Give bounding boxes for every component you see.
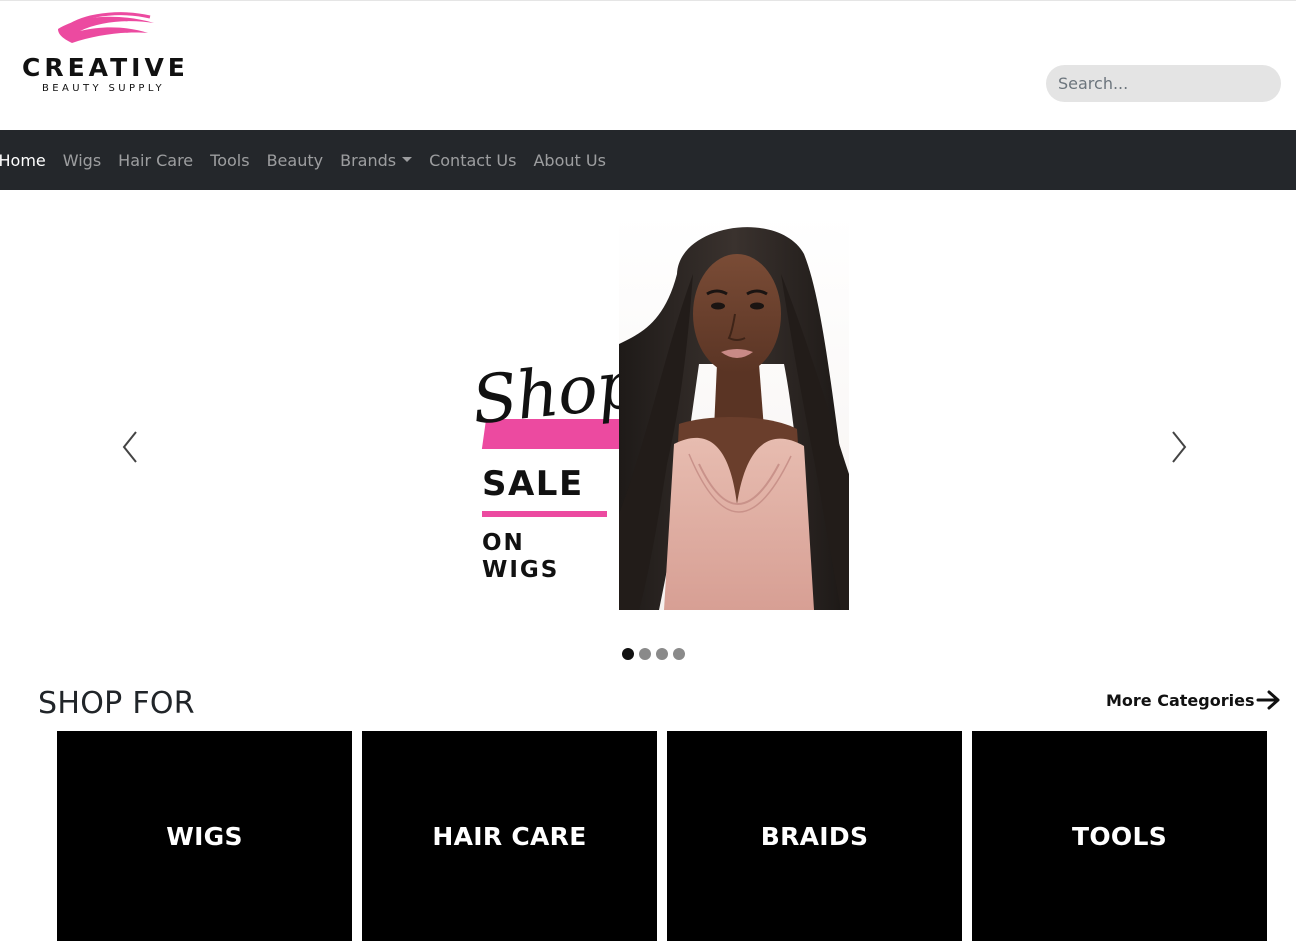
nav-item-tools[interactable]: Tools (202, 151, 258, 170)
carousel-prev-button[interactable] (116, 422, 146, 472)
nav-list: Home Wigs Hair Care Tools Beauty Brands … (0, 130, 614, 190)
category-tile-tools[interactable]: TOOLS (972, 731, 1267, 941)
nav-item-wigs[interactable]: Wigs (54, 151, 109, 170)
category-label: HAIR CARE (432, 821, 587, 851)
main-navbar: Home Wigs Hair Care Tools Beauty Brands … (0, 130, 1296, 190)
nav-item-home[interactable]: Home (0, 151, 54, 170)
nav-item-about-us[interactable]: About Us (525, 151, 614, 170)
promo-headline: SALE (482, 464, 584, 504)
search-input[interactable] (1046, 65, 1281, 102)
hero-carousel: Shop SALE ON WIGS (0, 190, 1296, 675)
site-header: CREATIVE BEAUTY SUPPLY (0, 0, 1296, 130)
promo-panel: Shop SALE ON WIGS (464, 214, 647, 610)
promo-underline (482, 511, 607, 517)
category-label: TOOLS (1072, 821, 1167, 851)
caret-down-icon (402, 156, 413, 162)
brand-tagline: BEAUTY SUPPLY (42, 83, 166, 94)
category-tile-wigs[interactable]: WIGS (57, 731, 352, 941)
promo-subline: ON WIGS (482, 530, 560, 583)
nav-item-beauty[interactable]: Beauty (258, 151, 332, 170)
carousel-indicator-2[interactable] (639, 648, 651, 660)
brand-logo[interactable]: CREATIVE BEAUTY SUPPLY (22, 9, 192, 99)
chevron-right-icon (1172, 431, 1187, 463)
carousel-slide[interactable]: Shop SALE ON WIGS (464, 214, 849, 610)
carousel-indicator-4[interactable] (673, 648, 685, 660)
logo-swoosh-icon (58, 12, 154, 43)
chevron-left-icon (122, 431, 137, 463)
nav-item-hair-care[interactable]: Hair Care (110, 151, 202, 170)
nav-item-contact-us[interactable]: Contact Us (421, 151, 525, 170)
category-tiles: WIGS HAIR CARE BRAIDS TOOLS (57, 731, 1267, 941)
category-label: WIGS (166, 821, 243, 851)
carousel-indicators (622, 648, 685, 660)
carousel-next-button[interactable] (1163, 422, 1193, 472)
model-photo (619, 214, 849, 610)
more-categories-label: More Categories (1106, 690, 1255, 710)
arrow-right-icon (1256, 690, 1280, 710)
brand-name: CREATIVE (22, 53, 189, 82)
carousel-indicator-3[interactable] (656, 648, 668, 660)
category-label: BRAIDS (760, 821, 869, 851)
shop-for-heading: SHOP FOR (38, 686, 195, 721)
nav-item-brands-dropdown[interactable]: Brands (332, 151, 421, 170)
more-categories-link[interactable]: More Categories (1106, 689, 1282, 711)
category-tile-braids[interactable]: BRAIDS (667, 731, 962, 941)
category-tile-hair-care[interactable]: HAIR CARE (362, 731, 657, 941)
carousel-indicator-1[interactable] (622, 648, 634, 660)
